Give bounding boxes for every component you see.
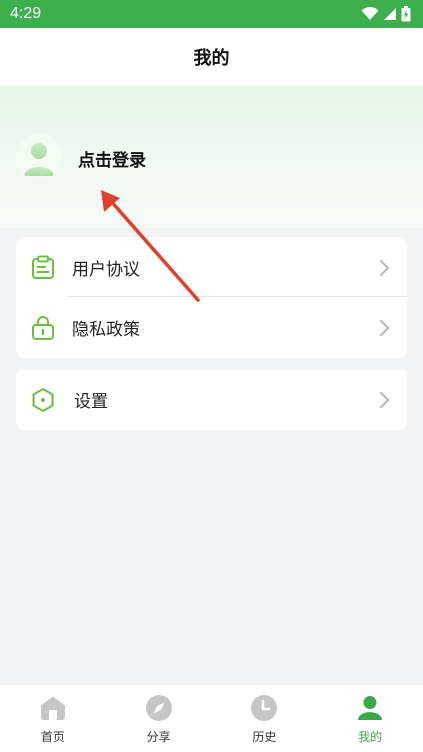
menu-item-label: 用户协议 — [72, 259, 140, 280]
profile-header[interactable]: 点击登录 — [0, 86, 423, 228]
default-avatar-icon — [16, 134, 62, 180]
compass-icon — [145, 695, 172, 721]
menu-card-legal: 用户协议 隐私政策 — [16, 237, 407, 358]
avatar[interactable] — [16, 134, 62, 180]
menu-item-privacy-policy[interactable]: 隐私政策 — [16, 297, 407, 357]
menu-item-label: 设置 — [74, 391, 108, 412]
tab-label: 历史 — [252, 730, 277, 744]
login-link[interactable]: 点击登录 — [78, 146, 146, 171]
tab-label: 我的 — [358, 730, 383, 744]
tab-home[interactable]: 首页 — [0, 685, 106, 752]
menu-item-label: 隐私政策 — [72, 319, 140, 340]
menu-item-settings[interactable]: 设置 — [16, 369, 407, 429]
tab-mine[interactable]: 我的 — [317, 685, 423, 752]
tab-history[interactable]: 历史 — [212, 685, 318, 752]
status-bar: 4:29 — [0, 0, 423, 28]
chevron-right-icon — [380, 392, 389, 408]
title-bar: 我的 — [0, 28, 423, 86]
bottom-tab-bar: 首页 分享 历史 我的 — [0, 684, 423, 752]
battery-icon — [401, 6, 411, 22]
home-icon — [40, 696, 65, 720]
lock-icon — [32, 316, 54, 340]
settings-hexagon-icon — [32, 388, 54, 412]
menu-card-settings: 设置 — [16, 369, 407, 430]
page-title: 我的 — [193, 48, 230, 69]
tab-label: 分享 — [146, 730, 171, 744]
cellular-signal-icon — [384, 8, 396, 20]
wifi-icon — [361, 7, 379, 20]
status-time: 4:29 — [10, 5, 42, 22]
clock-icon — [251, 695, 278, 721]
chevron-right-icon — [380, 260, 389, 276]
menu-item-user-agreement[interactable]: 用户协议 — [16, 237, 407, 297]
tab-label: 首页 — [40, 730, 65, 744]
status-icons — [361, 6, 411, 22]
profile-icon — [358, 696, 383, 720]
chevron-right-icon — [380, 320, 389, 336]
tab-share[interactable]: 分享 — [106, 685, 212, 752]
clipboard-icon — [32, 255, 54, 279]
